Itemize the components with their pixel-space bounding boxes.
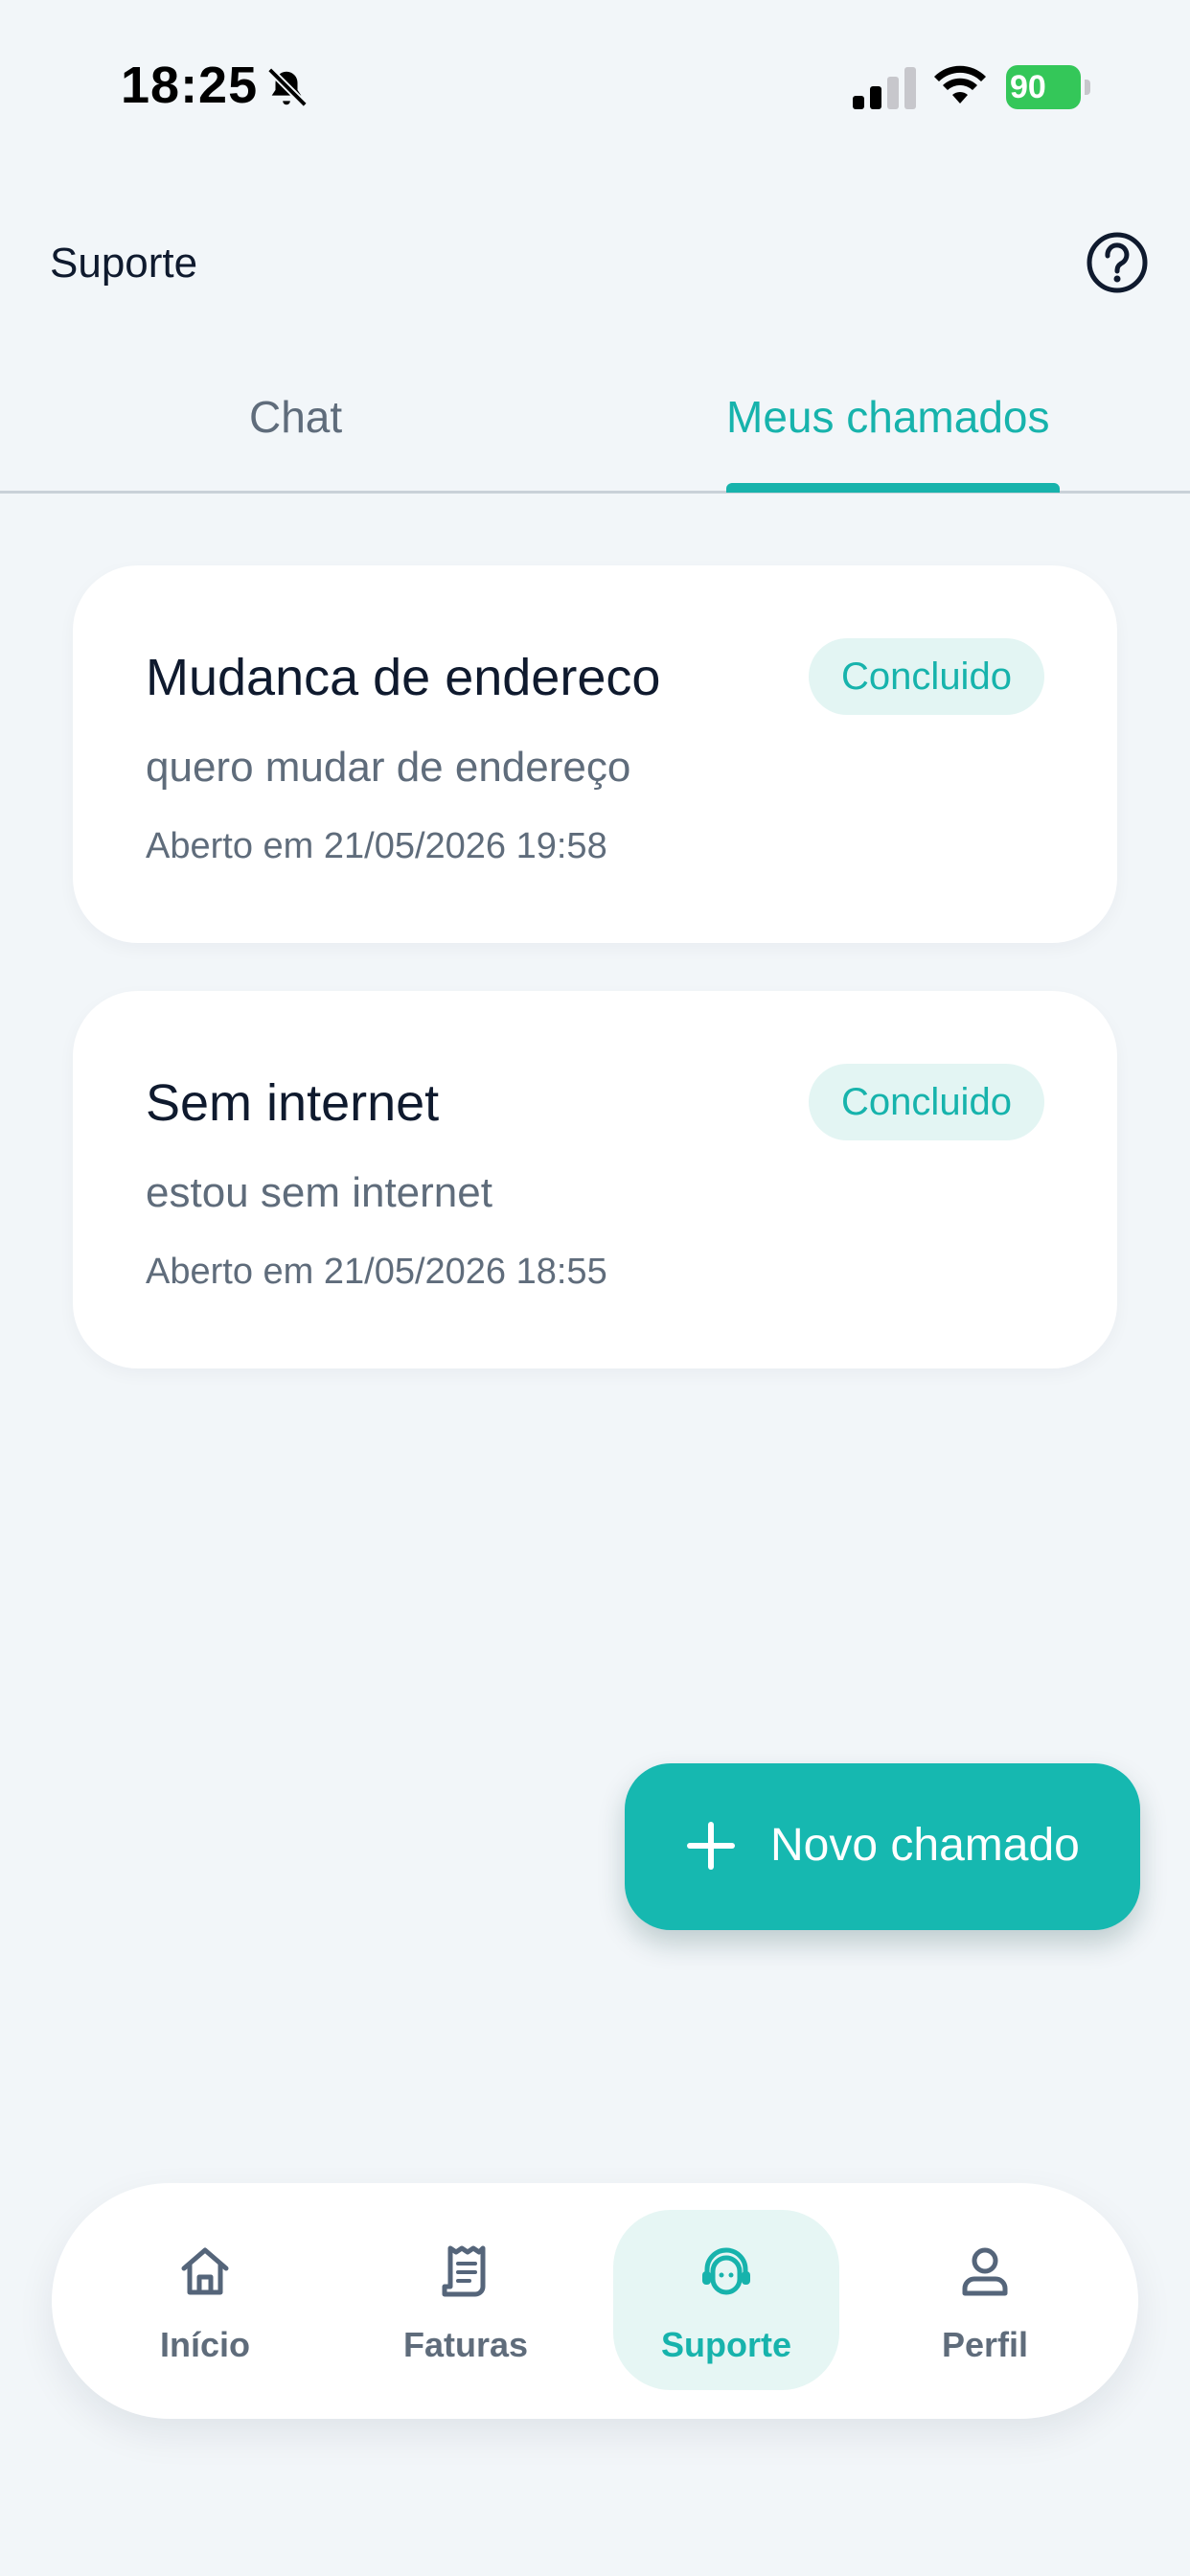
status-badge: Concluido [809, 638, 1044, 715]
cellular-signal-icon [853, 67, 916, 109]
nav-label-suporte: Suporte [660, 2325, 791, 2364]
tab-chat[interactable]: Chat [249, 391, 342, 443]
nav-item-suporte[interactable]: Suporte [613, 2183, 839, 2419]
ticket-card[interactable]: Mudanca de endereco Concluido quero muda… [73, 565, 1117, 943]
ticket-card[interactable]: Sem internet Concluido estou sem interne… [73, 991, 1117, 1368]
status-bar: 18:25 90 [0, 0, 1190, 172]
battery-level: 90 [1010, 69, 1046, 105]
tab-bar: Chat Meus chamados [0, 364, 1190, 494]
page-title: Suporte [50, 240, 198, 287]
new-ticket-label: Novo chamado [770, 1820, 1080, 1871]
nav-label-inicio: Início [159, 2325, 250, 2364]
bell-off-icon [267, 67, 308, 107]
home-icon [181, 2247, 229, 2295]
nav-label-perfil: Perfil [941, 2325, 1029, 2364]
wifi-icon [934, 65, 986, 104]
active-tab-indicator [726, 483, 1060, 493]
new-ticket-button[interactable]: Novo chamado [625, 1763, 1140, 1930]
nav-item-faturas[interactable]: Faturas [353, 2183, 579, 2419]
tab-meus-chamados[interactable]: Meus chamados [726, 391, 1050, 443]
status-badge: Concluido [809, 1064, 1044, 1140]
ticket-opened-date: Aberto em 21/05/2026 19:58 [146, 826, 607, 866]
battery-charging-icon: 90 [1006, 65, 1090, 109]
nav-item-inicio[interactable]: Início [92, 2183, 318, 2419]
question-circle-icon[interactable] [1085, 230, 1150, 295]
ticket-opened-date: Aberto em 21/05/2026 18:55 [146, 1252, 607, 1292]
ticket-description: quero mudar de endereço [146, 744, 631, 791]
ticket-description: estou sem internet [146, 1169, 492, 1216]
plus-icon [687, 1822, 735, 1870]
user-icon [962, 2247, 1008, 2296]
status-time: 18:25 [121, 57, 259, 114]
nav-item-perfil[interactable]: Perfil [872, 2183, 1098, 2419]
headset-icon [702, 2247, 750, 2295]
ticket-title: Mudanca de endereco [146, 649, 661, 706]
bottom-navigation: Início Faturas Suporte Perfil [52, 2183, 1138, 2419]
receipt-icon [442, 2245, 486, 2297]
nav-label-faturas: Faturas [402, 2325, 529, 2364]
ticket-title: Sem internet [146, 1074, 440, 1132]
